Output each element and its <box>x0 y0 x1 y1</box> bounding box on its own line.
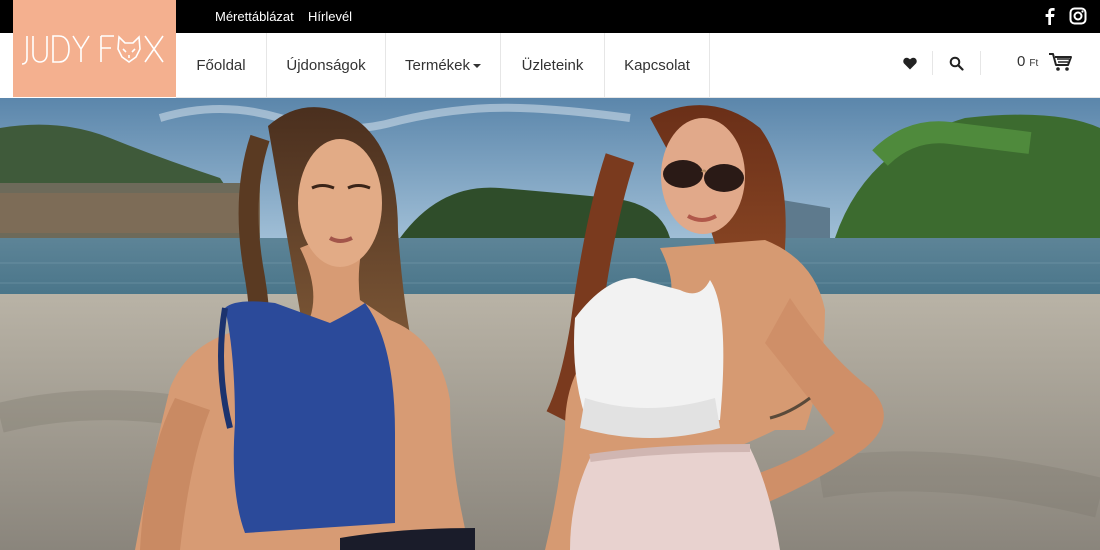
heart-icon[interactable] <box>903 57 917 75</box>
nav-item-label: Üzleteink <box>521 57 584 74</box>
cart-currency: Ft <box>1029 58 1039 69</box>
instagram-icon[interactable] <box>1068 6 1088 26</box>
nav-item-label: Újdonságok <box>286 57 366 74</box>
divider <box>980 51 981 75</box>
size-chart-link[interactable]: Mérettáblázat <box>215 9 294 24</box>
newsletter-link[interactable]: Hírlevél <box>308 9 352 24</box>
cart-icon[interactable] <box>1048 52 1074 77</box>
nav-item-label: Kapcsolat <box>624 57 690 74</box>
cart-total[interactable]: 0 Ft <box>1017 53 1038 70</box>
hero-photo <box>0 98 1100 550</box>
logo[interactable] <box>13 0 176 97</box>
hero-banner[interactable] <box>0 98 1100 550</box>
nav-item-home[interactable]: Főoldal <box>176 33 267 98</box>
search-icon[interactable] <box>949 56 964 76</box>
chevron-down-icon <box>473 63 482 68</box>
cart-amount-value: 0 <box>1017 53 1026 70</box>
nav-item-stores[interactable]: Üzleteink <box>501 33 605 98</box>
nav-item-contact[interactable]: Kapcsolat <box>605 33 710 98</box>
nav-item-label: Termékek <box>404 57 471 74</box>
nav-item-new[interactable]: Újdonságok <box>267 33 386 98</box>
facebook-icon[interactable] <box>1040 6 1060 26</box>
logo-wordmark <box>21 35 164 65</box>
nav-item-products[interactable]: Termékek <box>386 33 501 98</box>
nav-item-label: Főoldal <box>196 57 246 74</box>
divider <box>932 51 933 75</box>
